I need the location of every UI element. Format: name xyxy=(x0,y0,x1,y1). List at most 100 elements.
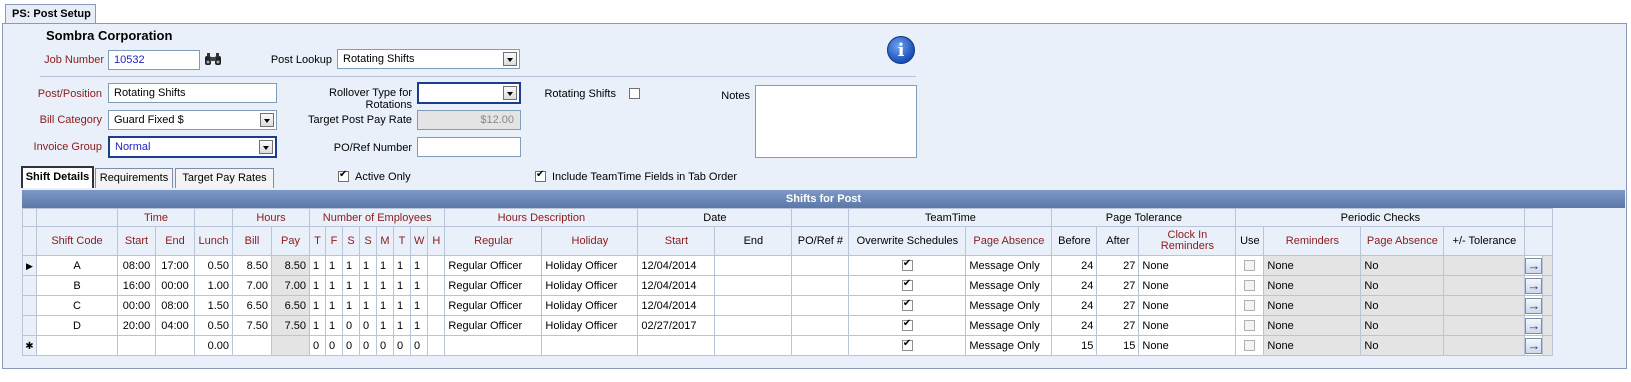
cell-employees[interactable]: 1 xyxy=(325,255,343,276)
overwrite-checkbox[interactable] xyxy=(901,338,913,352)
cell-after[interactable]: 27 xyxy=(1096,255,1140,276)
cell-holiday[interactable] xyxy=(541,335,639,356)
cell-employees[interactable]: 1 xyxy=(409,275,429,296)
cell-employees[interactable]: 1 xyxy=(376,275,394,296)
cell-start[interactable] xyxy=(117,335,156,356)
col-start[interactable]: Start xyxy=(117,226,156,256)
post-lookup-select[interactable]: Rotating Shifts xyxy=(337,49,520,69)
row-selector[interactable]: ✱ xyxy=(22,335,37,356)
use-checkbox[interactable] xyxy=(1244,300,1256,312)
arrow-right-icon[interactable]: → xyxy=(1525,297,1542,314)
col-after[interactable]: After xyxy=(1096,226,1140,256)
cell-use[interactable] xyxy=(1235,295,1265,316)
cell-holiday[interactable]: Holiday Officer xyxy=(541,315,639,336)
po-ref-field[interactable] xyxy=(417,137,521,157)
col-shift-code[interactable]: Shift Code xyxy=(36,226,118,256)
cell-employees[interactable]: 0 xyxy=(359,315,377,336)
cell-employees[interactable]: 0 xyxy=(409,335,429,356)
col-tolerance[interactable]: +/- Tolerance xyxy=(1443,226,1526,256)
cell-date-end[interactable] xyxy=(714,275,793,296)
cell-date-end[interactable] xyxy=(714,315,793,336)
cell-clock-in[interactable]: None xyxy=(1138,255,1237,276)
cell-employees[interactable]: 1 xyxy=(309,295,326,316)
col-date-end[interactable]: End xyxy=(714,226,793,256)
cell-lunch[interactable]: 0.00 xyxy=(194,335,233,356)
include-teamtime-checkbox[interactable] xyxy=(535,169,546,182)
cell-employees[interactable]: 1 xyxy=(393,315,411,336)
cell-employees[interactable]: 1 xyxy=(325,295,343,316)
cell-after[interactable]: 27 xyxy=(1096,315,1140,336)
cell-after[interactable]: 15 xyxy=(1096,335,1140,356)
col-po-ref[interactable]: PO/Ref # xyxy=(791,226,850,256)
cell-holiday[interactable]: Holiday Officer xyxy=(541,255,639,276)
cell-employees[interactable]: 1 xyxy=(409,315,429,336)
tab-requirements[interactable]: Requirements xyxy=(95,168,173,188)
cell-employees[interactable]: 1 xyxy=(393,295,411,316)
cell-detail[interactable]: → xyxy=(1524,335,1544,356)
cell-shift-code[interactable]: B xyxy=(36,275,118,296)
cell-employees[interactable]: 1 xyxy=(342,255,360,276)
cell-end[interactable]: 00:00 xyxy=(155,275,195,296)
cell-po-ref[interactable] xyxy=(791,315,850,336)
overwrite-checkbox[interactable] xyxy=(901,318,913,332)
cell-page-absence[interactable]: Message Only xyxy=(965,315,1053,336)
use-checkbox[interactable] xyxy=(1244,320,1256,332)
col-before[interactable]: Before xyxy=(1051,226,1098,256)
chevron-down-icon[interactable] xyxy=(259,140,273,154)
cell-detail[interactable]: → xyxy=(1524,295,1544,316)
cell-bill[interactable]: 8.50 xyxy=(232,255,272,276)
cell-shift-code[interactable]: A xyxy=(36,255,118,276)
cell-employees[interactable]: 1 xyxy=(342,295,360,316)
cell-end[interactable]: 04:00 xyxy=(155,315,195,336)
cell-employees[interactable]: 0 xyxy=(342,315,360,336)
window-tab[interactable]: PS: Post Setup xyxy=(5,4,96,24)
col-end[interactable]: End xyxy=(155,226,195,256)
cell-overwrite[interactable] xyxy=(848,255,967,276)
cell-end[interactable]: 08:00 xyxy=(155,295,195,316)
new-table-row[interactable]: ✱0.000000000Message Only1515NoneNoneNo→ xyxy=(22,335,1554,356)
row-selector[interactable] xyxy=(22,315,37,336)
cell-detail[interactable]: → xyxy=(1524,315,1544,336)
chevron-down-icon[interactable] xyxy=(503,86,517,100)
cell-employees[interactable]: 1 xyxy=(409,295,429,316)
cell-po-ref[interactable] xyxy=(791,275,850,296)
cell-detail[interactable]: → xyxy=(1524,255,1544,276)
cell-employees[interactable]: 1 xyxy=(393,275,411,296)
binoculars-icon[interactable] xyxy=(204,51,222,67)
cell-bill[interactable] xyxy=(232,335,272,356)
use-checkbox[interactable] xyxy=(1244,260,1256,272)
cell-date-end[interactable] xyxy=(714,335,793,356)
col-reminders[interactable]: Reminders xyxy=(1263,226,1362,256)
cell-employees[interactable]: 0 xyxy=(359,335,377,356)
cell-date-start[interactable]: 12/04/2014 xyxy=(637,275,716,296)
info-icon[interactable]: i xyxy=(887,36,915,64)
col-pc-page-absence[interactable]: Page Absence xyxy=(1360,226,1445,256)
use-checkbox[interactable] xyxy=(1244,340,1256,352)
notes-textarea[interactable] xyxy=(755,85,917,158)
cell-lunch[interactable]: 1.00 xyxy=(194,275,233,296)
col-date-start[interactable]: Start xyxy=(637,226,716,256)
cell-employees[interactable]: 1 xyxy=(325,275,343,296)
col-w[interactable]: W xyxy=(409,226,429,256)
cell-overwrite[interactable] xyxy=(848,315,967,336)
cell-bill[interactable]: 6.50 xyxy=(232,295,272,316)
post-position-field[interactable]: Rotating Shifts xyxy=(108,83,277,103)
col-holiday[interactable]: Holiday xyxy=(541,226,639,256)
cell-use[interactable] xyxy=(1235,255,1265,276)
cell-employees[interactable]: 0 xyxy=(325,335,343,356)
cell-date-start[interactable]: 12/04/2014 xyxy=(637,255,716,276)
cell-after[interactable]: 27 xyxy=(1096,295,1140,316)
cell-overwrite[interactable] xyxy=(848,275,967,296)
col-h[interactable]: H xyxy=(427,226,446,256)
cell-regular[interactable]: Regular Officer xyxy=(444,315,543,336)
active-only-checkbox[interactable] xyxy=(338,169,349,182)
table-row[interactable]: ▶ A 08:00 17:00 0.50 8.50 8.50 1 1 1 1 1 1 1 Regular O… xyxy=(22,255,1554,276)
col-s2[interactable]: S xyxy=(359,226,377,256)
cell-detail[interactable]: → xyxy=(1524,275,1544,296)
cell-employees[interactable]: 1 xyxy=(359,275,377,296)
cell-date-start[interactable] xyxy=(637,335,716,356)
table-row[interactable]: B 16:00 00:00 1.00 7.00 7.00 1 1 1 1 1 1 1 Regular Of… xyxy=(22,275,1554,296)
row-selector[interactable] xyxy=(22,295,37,316)
rotating-shifts-checkbox[interactable] xyxy=(629,88,640,99)
cell-po-ref[interactable] xyxy=(791,255,850,276)
